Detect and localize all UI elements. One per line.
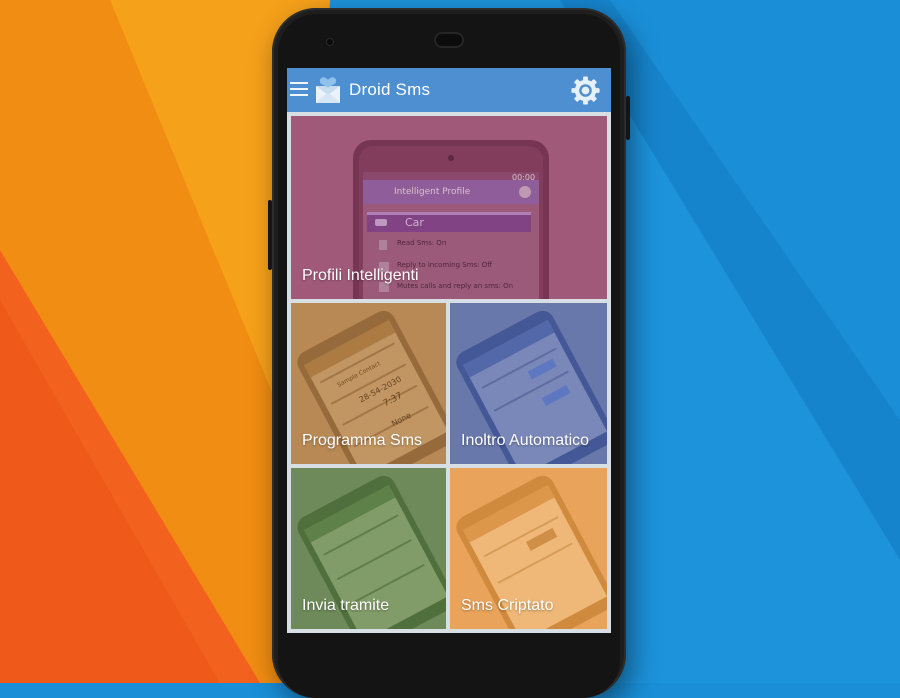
tile-schedule-sms[interactable]: Sample Contact 28-54-2030 7:37 None Prog… (291, 303, 446, 464)
tile-label: Inoltro Automatico (461, 432, 590, 449)
tile-label: Programma Sms (302, 432, 423, 449)
front-camera (326, 38, 334, 46)
hamburger-menu-icon[interactable] (290, 82, 308, 96)
phone-screen: Droid Sms 00:00 Intelligent Profile Car … (287, 68, 611, 633)
app-title: Droid Sms (349, 80, 431, 99)
tile-auto-forward[interactable]: Inoltro Automatico (450, 303, 607, 464)
gear-icon[interactable] (570, 75, 601, 106)
volume-button (268, 200, 272, 270)
app-bar: Droid Sms (287, 68, 611, 112)
tile-label: Invia tramite (302, 597, 390, 614)
tile-label: Profili Intelligenti (302, 267, 419, 284)
envelope-heart-icon (316, 77, 340, 103)
power-button (626, 96, 630, 140)
tile-smart-profiles[interactable]: 00:00 Intelligent Profile Car Read Sms: … (291, 116, 607, 299)
tile-encrypted-sms[interactable]: Sms Criptato (450, 468, 607, 629)
tile-label: Sms Criptato (461, 597, 554, 614)
tile-send-via[interactable]: Invia tramite (291, 468, 446, 629)
earpiece-speaker (434, 32, 464, 48)
